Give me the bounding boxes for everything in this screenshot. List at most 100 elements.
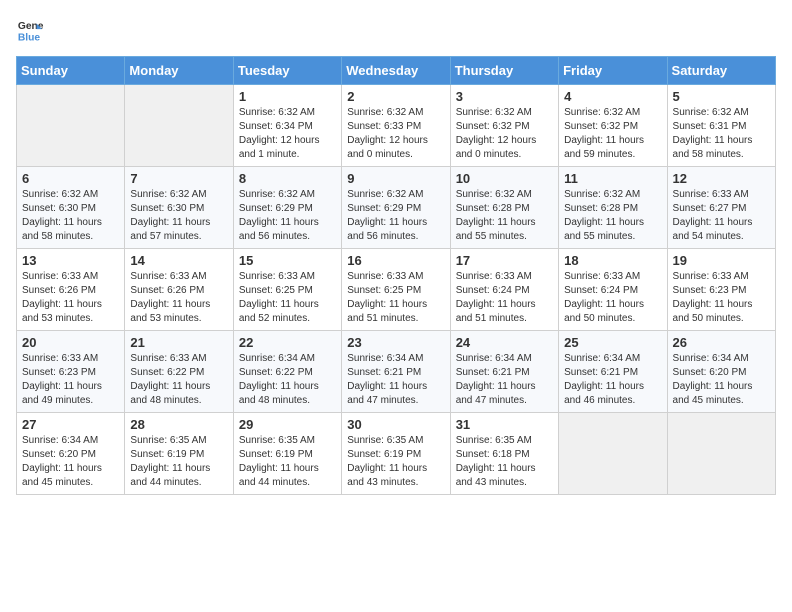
- day-info: Sunrise: 6:32 AM Sunset: 6:32 PM Dayligh…: [564, 106, 661, 162]
- day-info: Sunrise: 6:32 AM Sunset: 6:28 PM Dayligh…: [456, 188, 553, 244]
- sunset-label: Sunset: 6:28 PM: [564, 203, 638, 214]
- daylight-label: Daylight: 11 hours and 44 minutes.: [239, 463, 319, 488]
- calendar-cell: 25 Sunrise: 6:34 AM Sunset: 6:21 PM Dayl…: [559, 331, 667, 413]
- day-info: Sunrise: 6:32 AM Sunset: 6:33 PM Dayligh…: [347, 106, 444, 162]
- calendar-cell: 23 Sunrise: 6:34 AM Sunset: 6:21 PM Dayl…: [342, 331, 450, 413]
- sunset-label: Sunset: 6:21 PM: [347, 367, 421, 378]
- sunrise-label: Sunrise: 6:33 AM: [239, 271, 315, 282]
- sunset-label: Sunset: 6:20 PM: [22, 449, 96, 460]
- sunset-label: Sunset: 6:28 PM: [456, 203, 530, 214]
- day-info: Sunrise: 6:35 AM Sunset: 6:19 PM Dayligh…: [130, 434, 227, 490]
- calendar-cell: 11 Sunrise: 6:32 AM Sunset: 6:28 PM Dayl…: [559, 167, 667, 249]
- daylight-label: Daylight: 11 hours and 51 minutes.: [347, 299, 427, 324]
- daylight-label: Daylight: 11 hours and 56 minutes.: [239, 217, 319, 242]
- day-info: Sunrise: 6:33 AM Sunset: 6:23 PM Dayligh…: [673, 270, 770, 326]
- svg-text:General: General: [18, 21, 44, 32]
- daylight-label: Daylight: 11 hours and 58 minutes.: [673, 135, 753, 160]
- sunset-label: Sunset: 6:32 PM: [564, 121, 638, 132]
- sunset-label: Sunset: 6:25 PM: [239, 285, 313, 296]
- sunrise-label: Sunrise: 6:34 AM: [564, 353, 640, 364]
- daylight-label: Daylight: 11 hours and 45 minutes.: [22, 463, 102, 488]
- day-info: Sunrise: 6:32 AM Sunset: 6:31 PM Dayligh…: [673, 106, 770, 162]
- daylight-label: Daylight: 11 hours and 54 minutes.: [673, 217, 753, 242]
- day-header: Saturday: [667, 57, 775, 85]
- logo-icon: General Blue: [16, 16, 44, 44]
- calendar-cell: 8 Sunrise: 6:32 AM Sunset: 6:29 PM Dayli…: [233, 167, 341, 249]
- sunset-label: Sunset: 6:19 PM: [347, 449, 421, 460]
- sunset-label: Sunset: 6:24 PM: [564, 285, 638, 296]
- sunset-label: Sunset: 6:33 PM: [347, 121, 421, 132]
- calendar-cell: [125, 85, 233, 167]
- sunrise-label: Sunrise: 6:33 AM: [564, 271, 640, 282]
- day-number: 17: [456, 253, 553, 268]
- calendar-week: 13 Sunrise: 6:33 AM Sunset: 6:26 PM Dayl…: [17, 249, 776, 331]
- sunrise-label: Sunrise: 6:32 AM: [22, 189, 98, 200]
- sunset-label: Sunset: 6:24 PM: [456, 285, 530, 296]
- calendar-cell: [17, 85, 125, 167]
- sunrise-label: Sunrise: 6:32 AM: [564, 107, 640, 118]
- sunrise-label: Sunrise: 6:35 AM: [456, 435, 532, 446]
- day-info: Sunrise: 6:34 AM Sunset: 6:21 PM Dayligh…: [456, 352, 553, 408]
- day-info: Sunrise: 6:32 AM Sunset: 6:29 PM Dayligh…: [239, 188, 336, 244]
- calendar-cell: 29 Sunrise: 6:35 AM Sunset: 6:19 PM Dayl…: [233, 413, 341, 495]
- day-info: Sunrise: 6:33 AM Sunset: 6:26 PM Dayligh…: [22, 270, 119, 326]
- day-info: Sunrise: 6:34 AM Sunset: 6:21 PM Dayligh…: [564, 352, 661, 408]
- sunset-label: Sunset: 6:30 PM: [22, 203, 96, 214]
- calendar-table: SundayMondayTuesdayWednesdayThursdayFrid…: [16, 56, 776, 495]
- day-header: Tuesday: [233, 57, 341, 85]
- daylight-label: Daylight: 11 hours and 43 minutes.: [347, 463, 427, 488]
- day-header: Thursday: [450, 57, 558, 85]
- sunrise-label: Sunrise: 6:34 AM: [239, 353, 315, 364]
- logo: General Blue: [16, 16, 48, 44]
- sunrise-label: Sunrise: 6:32 AM: [456, 189, 532, 200]
- sunrise-label: Sunrise: 6:32 AM: [239, 189, 315, 200]
- calendar-cell: 6 Sunrise: 6:32 AM Sunset: 6:30 PM Dayli…: [17, 167, 125, 249]
- calendar-cell: 10 Sunrise: 6:32 AM Sunset: 6:28 PM Dayl…: [450, 167, 558, 249]
- calendar-week: 1 Sunrise: 6:32 AM Sunset: 6:34 PM Dayli…: [17, 85, 776, 167]
- calendar-cell: 7 Sunrise: 6:32 AM Sunset: 6:30 PM Dayli…: [125, 167, 233, 249]
- day-info: Sunrise: 6:34 AM Sunset: 6:20 PM Dayligh…: [22, 434, 119, 490]
- day-number: 25: [564, 335, 661, 350]
- day-info: Sunrise: 6:33 AM Sunset: 6:24 PM Dayligh…: [456, 270, 553, 326]
- calendar-cell: 12 Sunrise: 6:33 AM Sunset: 6:27 PM Dayl…: [667, 167, 775, 249]
- sunset-label: Sunset: 6:29 PM: [347, 203, 421, 214]
- day-number: 30: [347, 417, 444, 432]
- calendar-cell: [559, 413, 667, 495]
- day-number: 14: [130, 253, 227, 268]
- calendar-cell: 1 Sunrise: 6:32 AM Sunset: 6:34 PM Dayli…: [233, 85, 341, 167]
- sunset-label: Sunset: 6:21 PM: [564, 367, 638, 378]
- calendar-cell: 13 Sunrise: 6:33 AM Sunset: 6:26 PM Dayl…: [17, 249, 125, 331]
- day-number: 13: [22, 253, 119, 268]
- sunrise-label: Sunrise: 6:35 AM: [130, 435, 206, 446]
- sunset-label: Sunset: 6:27 PM: [673, 203, 747, 214]
- day-info: Sunrise: 6:35 AM Sunset: 6:19 PM Dayligh…: [347, 434, 444, 490]
- daylight-label: Daylight: 11 hours and 50 minutes.: [673, 299, 753, 324]
- sunrise-label: Sunrise: 6:32 AM: [347, 189, 423, 200]
- sunset-label: Sunset: 6:20 PM: [673, 367, 747, 378]
- calendar-cell: 28 Sunrise: 6:35 AM Sunset: 6:19 PM Dayl…: [125, 413, 233, 495]
- daylight-label: Daylight: 11 hours and 53 minutes.: [130, 299, 210, 324]
- calendar-cell: 17 Sunrise: 6:33 AM Sunset: 6:24 PM Dayl…: [450, 249, 558, 331]
- day-info: Sunrise: 6:32 AM Sunset: 6:30 PM Dayligh…: [130, 188, 227, 244]
- sunrise-label: Sunrise: 6:33 AM: [347, 271, 423, 282]
- calendar-cell: 24 Sunrise: 6:34 AM Sunset: 6:21 PM Dayl…: [450, 331, 558, 413]
- daylight-label: Daylight: 12 hours and 0 minutes.: [456, 135, 537, 160]
- sunset-label: Sunset: 6:22 PM: [239, 367, 313, 378]
- day-number: 19: [673, 253, 770, 268]
- day-info: Sunrise: 6:33 AM Sunset: 6:26 PM Dayligh…: [130, 270, 227, 326]
- day-number: 28: [130, 417, 227, 432]
- day-number: 2: [347, 89, 444, 104]
- daylight-label: Daylight: 11 hours and 53 minutes.: [22, 299, 102, 324]
- day-header: Sunday: [17, 57, 125, 85]
- daylight-label: Daylight: 11 hours and 50 minutes.: [564, 299, 644, 324]
- day-number: 27: [22, 417, 119, 432]
- sunset-label: Sunset: 6:18 PM: [456, 449, 530, 460]
- calendar-cell: 4 Sunrise: 6:32 AM Sunset: 6:32 PM Dayli…: [559, 85, 667, 167]
- sunset-label: Sunset: 6:26 PM: [22, 285, 96, 296]
- day-header: Wednesday: [342, 57, 450, 85]
- day-info: Sunrise: 6:34 AM Sunset: 6:20 PM Dayligh…: [673, 352, 770, 408]
- calendar-cell: 5 Sunrise: 6:32 AM Sunset: 6:31 PM Dayli…: [667, 85, 775, 167]
- sunset-label: Sunset: 6:19 PM: [239, 449, 313, 460]
- day-info: Sunrise: 6:32 AM Sunset: 6:32 PM Dayligh…: [456, 106, 553, 162]
- sunrise-label: Sunrise: 6:34 AM: [673, 353, 749, 364]
